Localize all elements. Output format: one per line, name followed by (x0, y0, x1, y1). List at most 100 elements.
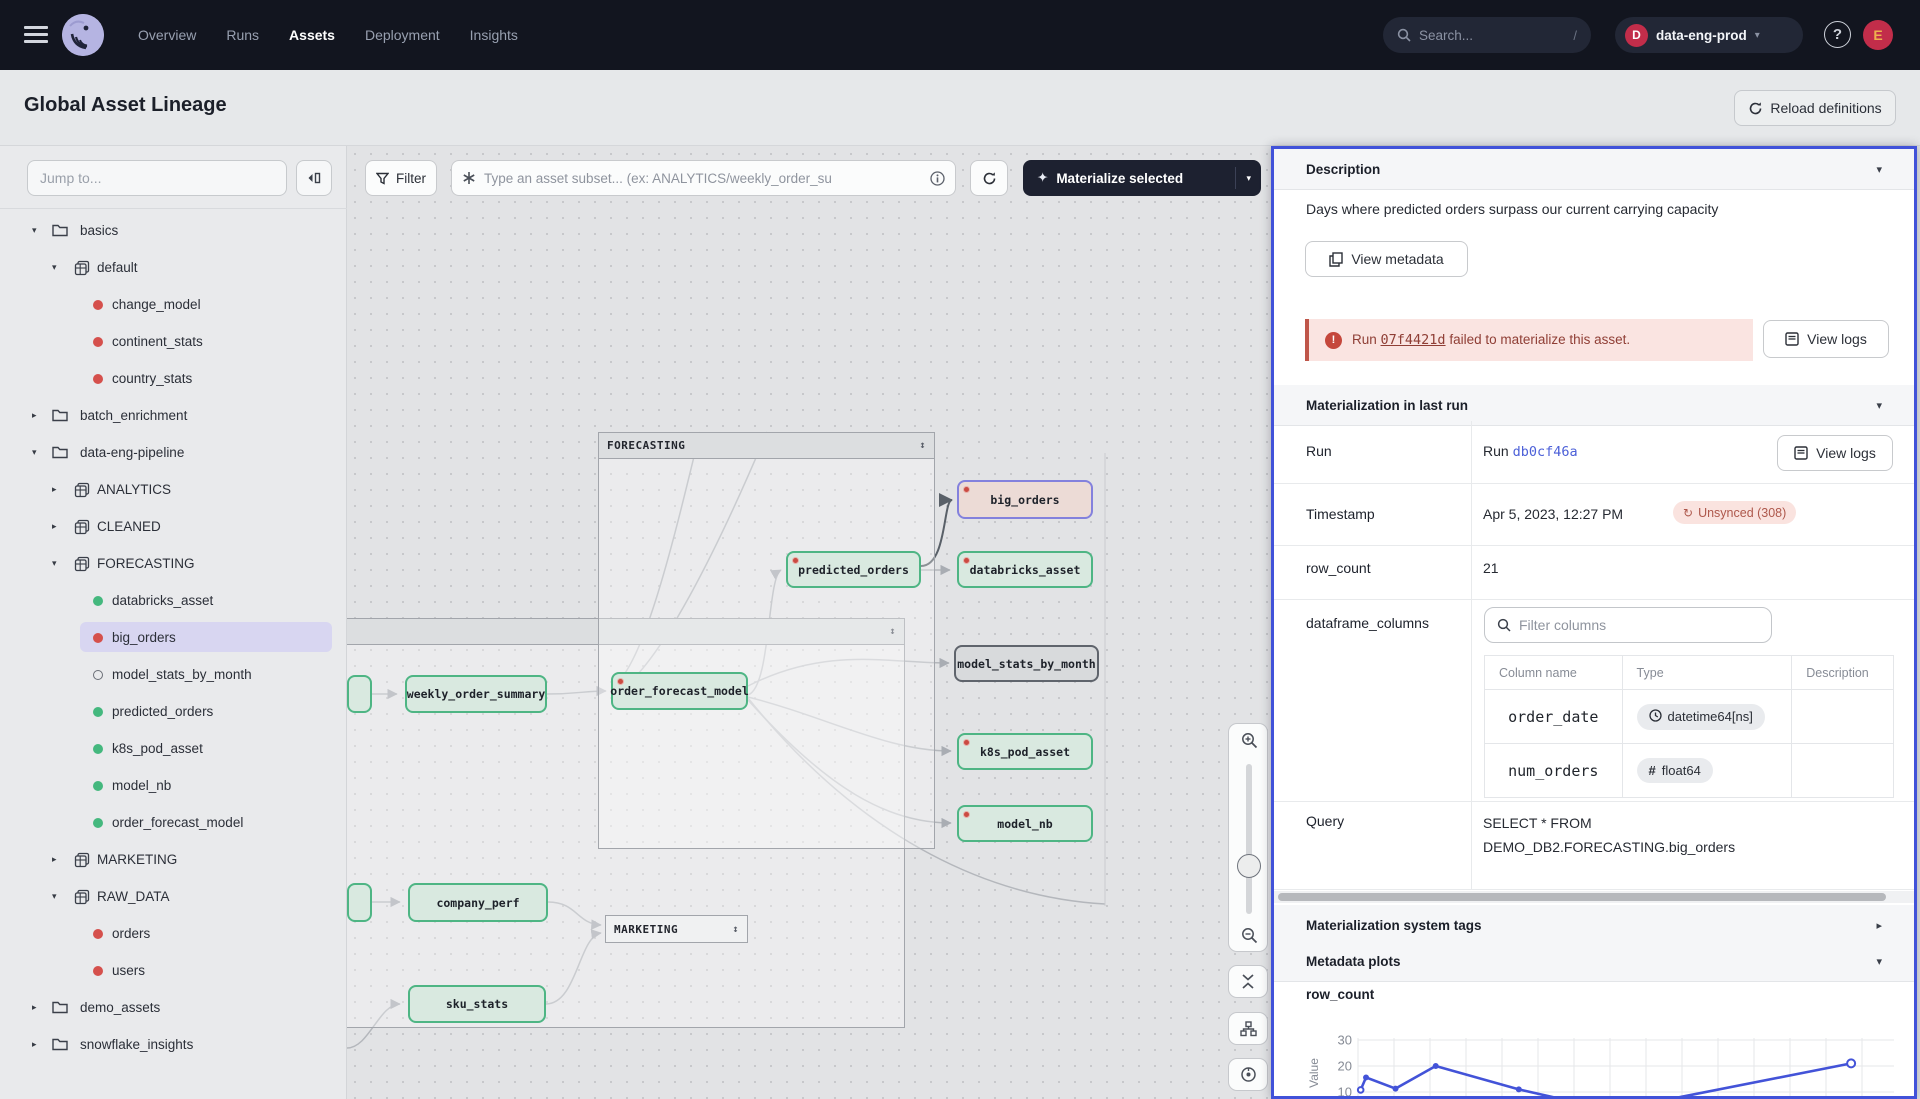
asset-node-order_forecast_model[interactable]: order_forecast_model (611, 672, 748, 710)
asset-group-header[interactable]: FORECASTING ↕ (599, 433, 934, 459)
help-icon[interactable]: ? (1824, 21, 1851, 48)
nav-link-runs[interactable]: Runs (226, 27, 259, 43)
refresh-graph-button[interactable] (970, 160, 1008, 196)
nav-link-assets[interactable]: Assets (289, 27, 335, 43)
nav-link-deployment[interactable]: Deployment (365, 27, 440, 43)
asset-node-model_stats_by_month[interactable]: model_stats_by_month (954, 645, 1099, 682)
sidebar-item-default[interactable]: ▾default (0, 249, 347, 286)
sidebar-item-order_forecast_model[interactable]: order_forecast_model (0, 804, 347, 841)
horizontal-scrollbar[interactable] (1274, 891, 1914, 903)
expand-group-icon[interactable]: ↕ (732, 924, 739, 935)
global-search-input[interactable]: Search... / (1383, 17, 1591, 53)
caret-right-icon[interactable]: ▸ (52, 521, 57, 532)
filter-button[interactable]: Filter (365, 160, 437, 196)
zoom-in-icon[interactable] (1241, 732, 1258, 749)
materialization-section-header[interactable]: Materialization in last run ▾ (1274, 385, 1914, 426)
sidebar-item-basics[interactable]: ▾basics (0, 212, 347, 249)
divider (1274, 599, 1914, 600)
nav-link-overview[interactable]: Overview (138, 27, 196, 43)
jump-to-input[interactable]: Jump to... (27, 160, 287, 196)
system-tags-section-header[interactable]: Materialization system tags ▸ (1274, 905, 1914, 946)
sidebar-item-users[interactable]: users (0, 952, 347, 989)
sidebar-item-FORECASTING[interactable]: ▾ FORECASTING (0, 545, 347, 582)
sidebar-item-change_model[interactable]: change_model (0, 286, 347, 323)
description-section-header[interactable]: Description ▾ (1274, 149, 1914, 190)
asset-node-company_perf[interactable]: company_perf (408, 883, 548, 922)
asset-node-label: company_perf (436, 896, 519, 910)
asset-subset-placeholder: Type an asset subset... (ex: ANALYTICS/w… (484, 171, 930, 186)
sidebar-item-CLEANED[interactable]: ▸CLEANED (0, 508, 347, 545)
filter-columns-input[interactable]: Filter columns (1484, 607, 1772, 643)
caret-down-icon[interactable]: ▾ (52, 891, 57, 902)
zoom-slider-handle[interactable] (1237, 854, 1261, 878)
sidebar-item-databricks_asset[interactable]: databricks_asset (0, 582, 347, 619)
caret-down-icon[interactable]: ▾ (52, 262, 57, 273)
recenter-view-button[interactable] (1228, 1058, 1268, 1091)
asset-node-predicted_orders[interactable]: predicted_orders (786, 551, 921, 588)
asset-subset-input[interactable]: Type an asset subset... (ex: ANALYTICS/w… (451, 160, 956, 196)
view-logs-button[interactable]: View logs (1777, 435, 1893, 471)
asset-node-model_nb[interactable]: model_nb (957, 805, 1093, 842)
sidebar-item-continent_stats[interactable]: continent_stats (0, 323, 347, 360)
nav-link-insights[interactable]: Insights (470, 27, 518, 43)
sidebar-item-predicted_orders[interactable]: predicted_orders (0, 693, 347, 730)
zoom-out-icon[interactable] (1241, 927, 1258, 944)
deployment-switcher[interactable]: D data-eng-prod ▾ (1615, 17, 1803, 53)
asset-node-label: order_forecast_model (610, 684, 748, 698)
asset-node-partial[interactable] (347, 675, 372, 713)
caret-right-icon[interactable]: ▸ (52, 854, 57, 865)
graph-layout-button[interactable] (1228, 1012, 1268, 1045)
asset-node-partial[interactable] (347, 883, 372, 922)
sidebar-item-model_stats_by_month[interactable]: model_stats_by_month (0, 656, 347, 693)
collapse-sidebar-button[interactable] (296, 160, 332, 196)
asset-group-marketing-collapsed[interactable]: MARKETING ↕ (605, 915, 748, 943)
sidebar-item-batch_enrichment[interactable]: ▸batch_enrichment (0, 397, 347, 434)
asset-node-k8s_pod_asset[interactable]: k8s_pod_asset (957, 733, 1093, 770)
section-title: Materialization system tags (1306, 918, 1482, 933)
run-id-link[interactable]: 07f4421d (1381, 332, 1446, 348)
sidebar-item-ANALYTICS[interactable]: ▸ANALYTICS (0, 471, 347, 508)
sidebar-item-big_orders[interactable]: big_orders (0, 619, 347, 656)
asset-node-weekly_order_summary[interactable]: weekly_order_summary (405, 675, 547, 713)
view-logs-button[interactable]: View logs (1763, 320, 1889, 358)
chevron-down-icon[interactable]: ▾ (1246, 173, 1251, 184)
sidebar-item-snowflake_insights[interactable]: ▸snowflake_insights (0, 1026, 347, 1063)
asset-group-header[interactable]: MARKETING ↕ (606, 916, 747, 942)
changed-status-dot (963, 739, 970, 746)
scrollbar-thumb[interactable] (1278, 893, 1886, 901)
caret-right-icon[interactable]: ▸ (32, 1002, 37, 1013)
user-avatar[interactable]: E (1863, 20, 1893, 50)
sidebar-item-demo_assets[interactable]: ▸demo_assets (0, 989, 347, 1026)
sidebar-item-RAW_DATA[interactable]: ▾ RAW_DATA (0, 878, 347, 915)
sidebar-item-label: RAW_DATA (97, 889, 170, 904)
asset-node-databricks_asset[interactable]: databricks_asset (957, 551, 1093, 588)
info-icon[interactable] (930, 171, 945, 186)
sidebar-item-label: FORECASTING (97, 556, 195, 571)
dagster-logo-icon[interactable] (62, 14, 104, 56)
caret-right-icon[interactable]: ▸ (32, 410, 37, 421)
sidebar-item-country_stats[interactable]: country_stats (0, 360, 347, 397)
hamburger-menu-icon[interactable] (24, 26, 48, 44)
run-id-link[interactable]: db0cf46a (1513, 444, 1578, 460)
materialize-selected-button[interactable]: ✦ Materialize selected ▾ (1023, 160, 1261, 196)
sidebar-item-orders[interactable]: orders (0, 915, 347, 952)
sidebar-item-data-eng-pipeline[interactable]: ▾data-eng-pipeline (0, 434, 347, 471)
sidebar-item-model_nb[interactable]: model_nb (0, 767, 347, 804)
caret-down-icon[interactable]: ▾ (32, 225, 37, 236)
zoom-slider-track[interactable] (1246, 764, 1252, 914)
caret-right-icon[interactable]: ▸ (52, 484, 57, 495)
unsynced-badge: ↻ Unsynced (308) (1673, 501, 1796, 524)
reload-definitions-button[interactable]: Reload definitions (1734, 90, 1896, 126)
asset-node-sku_stats[interactable]: sku_stats (408, 985, 546, 1023)
sidebar-item-MARKETING[interactable]: ▸MARKETING (0, 841, 347, 878)
caret-down-icon[interactable]: ▾ (52, 558, 57, 569)
sidebar-item-k8s_pod_asset[interactable]: k8s_pod_asset (0, 730, 347, 767)
caret-right-icon[interactable]: ▸ (32, 1039, 37, 1050)
collapse-all-groups-button[interactable] (1228, 965, 1268, 998)
view-metadata-button[interactable]: View metadata (1305, 241, 1468, 277)
view-metadata-label: View metadata (1351, 251, 1443, 267)
collapse-group-icon[interactable]: ↕ (919, 440, 926, 451)
metadata-plots-section-header[interactable]: Metadata plots ▾ (1274, 941, 1914, 982)
asset-node-big_orders[interactable]: big_orders (957, 480, 1093, 519)
caret-down-icon[interactable]: ▾ (32, 447, 37, 458)
